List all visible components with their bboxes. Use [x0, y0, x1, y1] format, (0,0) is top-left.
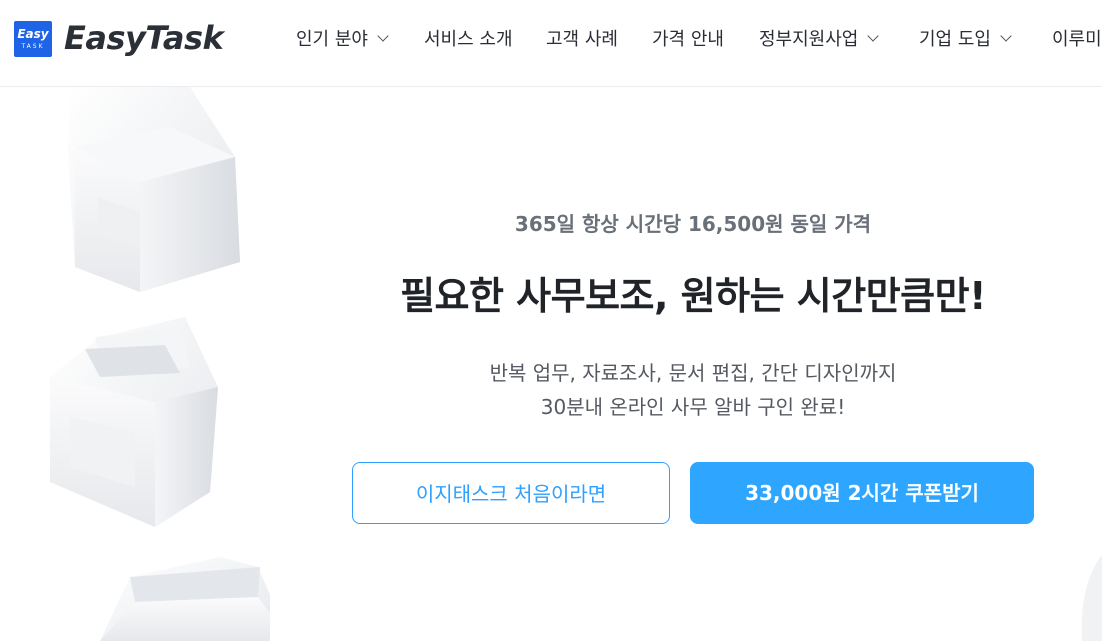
nav-item-enterprise[interactable]: 기업 도입	[919, 28, 1012, 52]
chevron-down-icon	[377, 30, 389, 42]
logo-badge-word: Easy	[17, 27, 49, 41]
hero-description-line: 30분내 온라인 사무 알바 구인 완료!	[540, 395, 846, 419]
nav-item-label: 고객 사례	[546, 29, 618, 50]
hero-description-line: 반복 업무, 자료조사, 문서 편집, 간단 디자인까지	[489, 361, 897, 385]
nav-item-popular[interactable]: 인기 분야	[296, 28, 389, 52]
logo-badge-subword: TASK	[21, 43, 45, 50]
first-time-button[interactable]: 이지태스크 처음이라면	[352, 462, 670, 524]
chevron-down-icon	[867, 30, 880, 42]
logo-badge[interactable]: Easy TASK	[14, 21, 52, 57]
hero-price-subtitle: 365일 항상 시간당 16,500원 동일 가격	[514, 212, 872, 236]
nav-item-cases[interactable]: 고객 사례	[546, 28, 618, 52]
decorative-edge-shape	[1081, 555, 1102, 641]
cube-shape-top	[68, 87, 240, 292]
nav-item-pricing[interactable]: 가격 안내	[652, 28, 724, 52]
nav-item-label: 가격 안내	[652, 29, 724, 50]
nav-item-label: 기업 도입	[919, 29, 991, 50]
nav-item-service[interactable]: 서비스 소개	[424, 28, 513, 52]
nav-item-label: 이루미	[1052, 29, 1102, 50]
nav-item-label: 서비스 소개	[424, 29, 513, 50]
site-header: Easy TASK EasyTask 인기 분야 서비스 소개 고객 사례 가격…	[0, 0, 1102, 87]
cone-shape-bottom	[100, 557, 270, 641]
chevron-down-icon	[1000, 30, 1012, 42]
nav-item-label: 정부지원사업	[759, 29, 859, 50]
nav-item-irumi[interactable]: 이루미	[1052, 28, 1102, 52]
nav-item-label: 인기 분야	[296, 29, 368, 50]
coupon-button[interactable]: 33,000원 2시간 쿠폰받기	[690, 462, 1034, 524]
hero-title: 필요한 사무보조, 원하는 시간만큼만!	[400, 274, 986, 318]
nav-item-gov-support[interactable]: 정부지원사업	[759, 28, 880, 52]
hero-description: 반복 업무, 자료조사, 문서 편집, 간단 디자인까지 30분내 온라인 사무…	[0, 356, 1102, 424]
logo-wordmark[interactable]: EasyTask	[64, 18, 224, 58]
